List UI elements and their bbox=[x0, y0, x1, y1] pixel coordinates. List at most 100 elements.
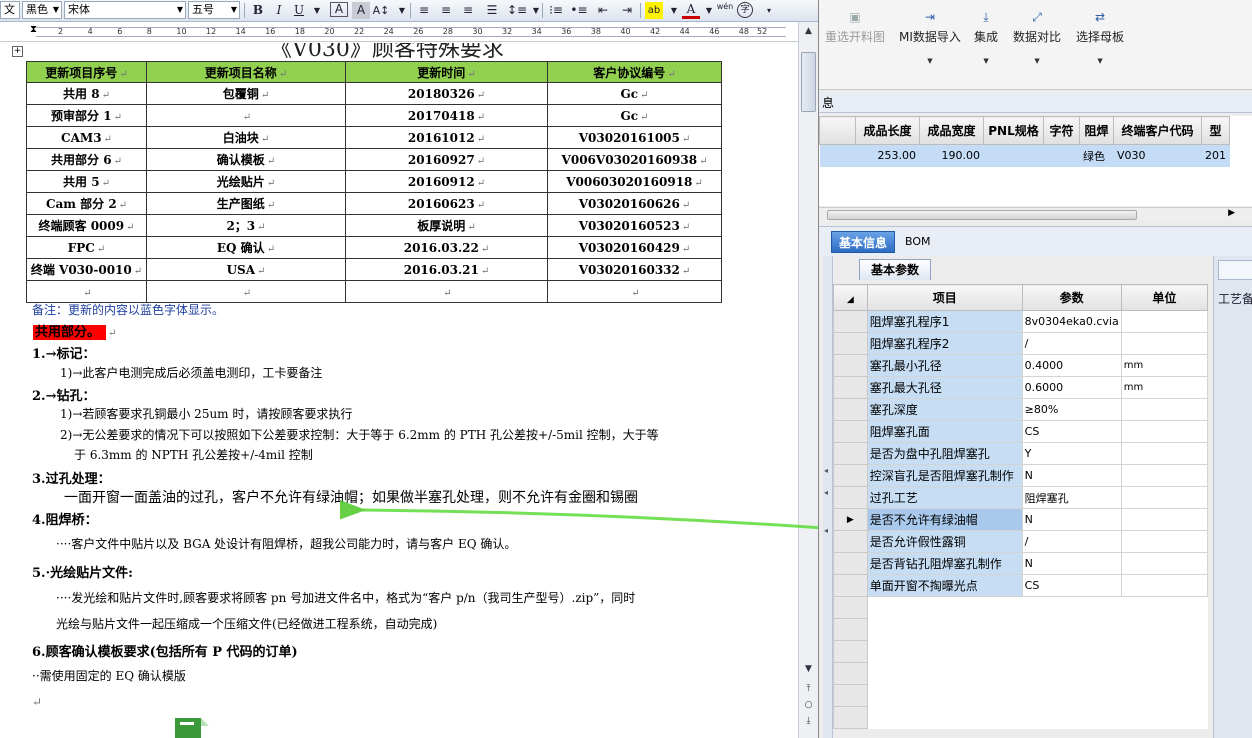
table-cell[interactable]: 包覆铜 ↵ bbox=[146, 82, 346, 105]
param-param-cell[interactable]: N bbox=[1021, 508, 1122, 531]
table-row[interactable]: 塞孔最大孔径 0.6000 mm bbox=[833, 376, 1209, 399]
style-dropdown[interactable]: 文 + bbox=[0, 1, 20, 32]
param-param-cell[interactable]: CS bbox=[1021, 574, 1122, 597]
align-right-icon[interactable]: ≡ bbox=[459, 2, 477, 19]
table-cell[interactable]: CAM3 ↵ bbox=[26, 126, 147, 149]
table-cell[interactable]: 20180326 ↵ bbox=[345, 82, 548, 105]
process-tab[interactable] bbox=[1218, 260, 1252, 280]
table-cell[interactable]: 光绘贴片 ↵ bbox=[146, 170, 346, 193]
toolbar-options-icon[interactable]: ▾ bbox=[760, 2, 778, 19]
table-row[interactable]: 塞孔深度 ≥80% bbox=[833, 398, 1209, 421]
table-cell[interactable]: ↵ bbox=[26, 280, 147, 303]
color-dropdown[interactable]: 黑色 ▼ bbox=[22, 1, 62, 19]
toolbar-button[interactable]: ⤢ 数据对比 ▼ bbox=[1013, 10, 1061, 65]
table-cell[interactable]: 共用 8 ↵ bbox=[26, 82, 147, 105]
table-row[interactable]: 阻焊塞孔程序2/ bbox=[833, 332, 1209, 355]
row-indicator[interactable] bbox=[833, 398, 868, 421]
table-cell[interactable]: 共用 5 ↵ bbox=[26, 170, 147, 193]
table-row[interactable]: ▶ 是否不允许有绿油帽 N bbox=[833, 508, 1209, 531]
table-cell[interactable]: V03020160332 ↵ bbox=[547, 258, 722, 281]
toolbar-button[interactable]: ⤓ 集成 ▼ bbox=[974, 10, 998, 65]
select-browse-icon[interactable]: ○ bbox=[801, 698, 816, 712]
param-item-cell[interactable]: 是否不允许有绿油帽 bbox=[866, 508, 1023, 531]
table-cell[interactable]: 2；3 ↵ bbox=[146, 214, 346, 237]
table-cell[interactable]: 终端 V030-0010 ↵ bbox=[26, 258, 147, 281]
table-row[interactable]: 是否允许假性露铜 / bbox=[833, 530, 1209, 553]
table-cell[interactable]: Gc ↵ bbox=[547, 82, 722, 105]
table-cell[interactable]: 白油块 ↵ bbox=[146, 126, 346, 149]
chevron-down-icon[interactable]: ▼ bbox=[665, 2, 683, 19]
table-cell[interactable]: V00603020160918 ↵ bbox=[547, 170, 722, 193]
decrease-indent-icon[interactable]: ⇤ bbox=[594, 2, 612, 19]
param-unit-cell[interactable] bbox=[1120, 442, 1209, 465]
vertical-scrollbar[interactable]: ▲ ▼ ⤒ ○ ⤓ bbox=[798, 22, 818, 738]
table-cell[interactable]: V006V03020160938 ↵ bbox=[547, 148, 722, 171]
param-unit-cell[interactable]: mm bbox=[1120, 354, 1209, 377]
param-param-cell[interactable]: N bbox=[1021, 552, 1122, 575]
row-indicator[interactable] bbox=[833, 486, 868, 509]
table-row[interactable]: 是否背钻孔阻焊塞孔制作 N bbox=[833, 552, 1209, 575]
char-shading-button[interactable]: A bbox=[352, 2, 370, 19]
enclose-char-icon[interactable]: 字 bbox=[737, 2, 753, 18]
param-item-cell[interactable]: 控深盲孔是否阻焊塞孔制作 bbox=[866, 464, 1023, 487]
product-grid[interactable]: 成品长度 成品宽度 PNL规格 字符 阻焊 终端客户代码型 253.00 190.00 绿色 V… bbox=[819, 116, 1252, 206]
increase-indent-icon[interactable]: ⇥ bbox=[618, 2, 636, 19]
table-cell[interactable]: 生产图纸 ↵ bbox=[146, 192, 346, 215]
param-item-cell[interactable]: 是否允许假性露铜 bbox=[866, 530, 1023, 553]
phonetic-guide-button[interactable]: wén bbox=[716, 2, 734, 19]
param-param-cell[interactable]: N bbox=[1021, 464, 1122, 487]
chevron-left-icon[interactable]: ◂ bbox=[824, 466, 828, 475]
param-item-cell[interactable]: 是否背钻孔阻焊塞孔制作 bbox=[866, 552, 1023, 575]
table-cell[interactable]: 20160623 ↵ bbox=[345, 192, 548, 215]
table-cell[interactable]: 20161012 ↵ bbox=[345, 126, 548, 149]
row-indicator[interactable] bbox=[833, 530, 868, 553]
param-unit-cell[interactable] bbox=[1120, 420, 1209, 443]
row-indicator[interactable] bbox=[833, 420, 868, 443]
chevron-down-icon[interactable]: ▼ bbox=[974, 57, 998, 65]
grid-cell[interactable]: 201 bbox=[1201, 144, 1230, 167]
font-color-button[interactable]: A bbox=[682, 2, 700, 19]
table-row[interactable]: 塞孔最小孔径 0.4000 mm bbox=[833, 354, 1209, 377]
column-header[interactable]: 项目 bbox=[866, 284, 1023, 311]
column-header[interactable]: 单位 bbox=[1120, 284, 1209, 311]
table-row[interactable]: 阻焊塞孔程序1 8v0304eka0.cvia bbox=[833, 310, 1209, 333]
table-cell[interactable]: 20160912 ↵ bbox=[345, 170, 548, 193]
horizontal-ruler[interactable]: 2 4 6 8 10 12 14 16 18 20 22 24 26 28 30 32 34 36 38 40 42 44… bbox=[0, 22, 800, 42]
table-move-handle-icon[interactable]: + bbox=[12, 46, 23, 57]
param-unit-cell[interactable] bbox=[1120, 530, 1209, 553]
param-item-cell[interactable]: 阻焊塞孔面 bbox=[866, 420, 1023, 443]
chevron-down-icon[interactable]: ▼ bbox=[393, 2, 411, 19]
numbered-list-icon[interactable]: ⁝≡ bbox=[547, 2, 565, 19]
grid-cell[interactable] bbox=[983, 144, 1044, 167]
param-item-cell[interactable]: 阻焊塞孔程序2 bbox=[866, 332, 1023, 355]
align-center-icon[interactable]: ≡ bbox=[437, 2, 455, 19]
table-cell[interactable]: 板厚说明 ↵ bbox=[345, 214, 548, 237]
table-row[interactable]: 单面开窗不掏曝光点 CS bbox=[833, 574, 1209, 597]
row-indicator[interactable] bbox=[833, 332, 868, 355]
param-param-cell[interactable]: / bbox=[1021, 332, 1122, 355]
table-cell[interactable]: 预审部分 1 ↵ bbox=[26, 104, 147, 127]
grid-cell[interactable]: V030 bbox=[1113, 144, 1202, 167]
table-row[interactable]: 过孔工艺 阻焊塞孔 bbox=[833, 486, 1209, 509]
embedded-file-icon[interactable] bbox=[175, 716, 217, 738]
column-header[interactable]: 终端客户代码 bbox=[1113, 116, 1202, 145]
tab-bom[interactable]: BOM bbox=[905, 235, 931, 248]
param-param-cell[interactable]: Y bbox=[1021, 442, 1122, 465]
scrollbar-thumb[interactable] bbox=[827, 210, 1137, 220]
align-left-icon[interactable]: ≡ bbox=[415, 2, 433, 19]
row-indicator[interactable] bbox=[833, 376, 868, 399]
table-cell[interactable]: 20170418 ↵ bbox=[345, 104, 548, 127]
chevron-down-icon[interactable]: ▼ bbox=[899, 57, 961, 65]
horizontal-scrollbar[interactable]: ▶ bbox=[819, 207, 1252, 221]
row-indicator[interactable] bbox=[833, 442, 868, 465]
row-pointer-icon[interactable]: ▶ bbox=[833, 508, 868, 531]
table-row[interactable]: 阻焊塞孔面 CS bbox=[833, 420, 1209, 443]
table-cell[interactable]: 终端顾客 0009 ↵ bbox=[26, 214, 147, 237]
indent-marker-icon[interactable]: ⧗ bbox=[30, 24, 37, 35]
underline-button[interactable]: U bbox=[290, 2, 308, 19]
param-item-cell[interactable]: 塞孔最小孔径 bbox=[866, 354, 1023, 377]
prev-page-icon[interactable]: ⤒ bbox=[801, 682, 816, 696]
table-cell[interactable]: FPC ↵ bbox=[26, 236, 147, 259]
font-dropdown[interactable]: 宋体 ▼ bbox=[64, 1, 186, 19]
highlight-icon[interactable]: ab bbox=[645, 2, 663, 19]
